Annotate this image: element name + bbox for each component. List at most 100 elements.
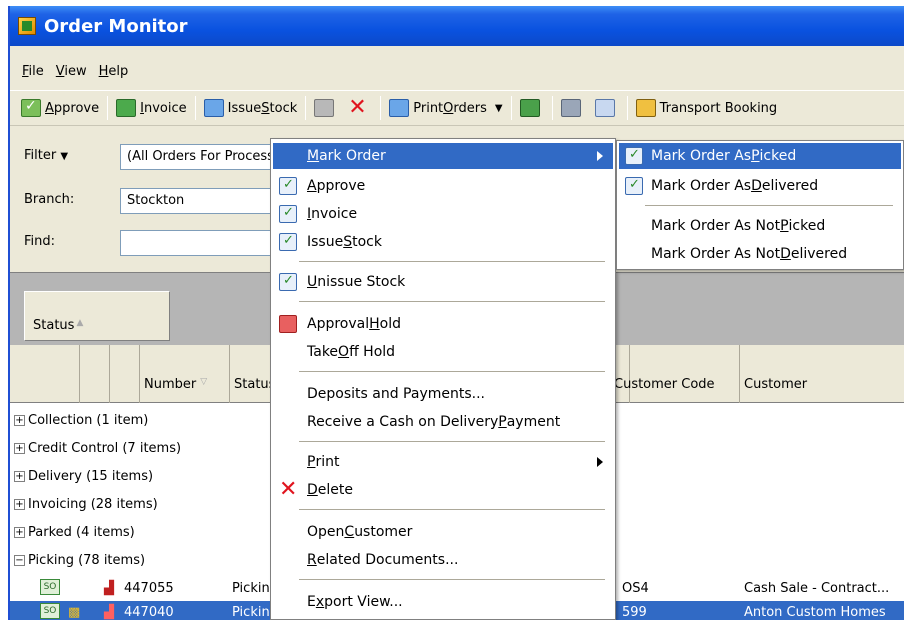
- expand-icon[interactable]: +: [14, 470, 25, 482]
- tool-icon: [560, 99, 581, 117]
- issue-stock-icon: [203, 99, 224, 117]
- toolbar: Approve Invoice Issue Stock ✕ Print Orde…: [10, 90, 904, 126]
- flag-icon: ▩: [68, 605, 81, 620]
- menu-separator: [299, 579, 605, 580]
- context-menu: Mark Order Approve Invoice Issue Stock U…: [270, 138, 616, 620]
- branch-field[interactable]: Stockton: [120, 188, 290, 214]
- print-preview-button[interactable]: [590, 95, 624, 121]
- menu-item-invoice[interactable]: Invoice: [273, 201, 613, 227]
- menu-bar: File View Help: [10, 58, 904, 84]
- menu-item-approval-hold[interactable]: Approval Hold: [273, 311, 613, 337]
- dropdown-arrow-icon[interactable]: ▼: [495, 103, 503, 114]
- issue-stock-button[interactable]: Issue Stock: [199, 95, 303, 121]
- window-title: Order Monitor: [44, 15, 188, 37]
- toolbar-separator: [510, 96, 512, 120]
- invoice-icon: [116, 99, 137, 117]
- menu-item-print[interactable]: Print: [273, 449, 613, 475]
- menu-item-related-documents[interactable]: Related Documents...: [273, 547, 613, 573]
- menu-separator: [299, 509, 605, 510]
- toolbar-separator: [626, 96, 628, 120]
- menu-item-approve[interactable]: Approve: [273, 173, 613, 199]
- order-number: 447040: [124, 605, 174, 620]
- column-header-customer[interactable]: Customer: [740, 345, 904, 403]
- sales-order-icon: SO: [40, 579, 60, 595]
- customer-name: Anton Custom Homes: [744, 605, 886, 620]
- refresh-button[interactable]: [515, 95, 549, 121]
- menu-view[interactable]: View: [50, 64, 93, 79]
- properties-icon: [314, 99, 335, 117]
- menu-item-unissue-stock[interactable]: Unissue Stock: [273, 269, 613, 295]
- branch-label: Branch:: [24, 192, 75, 207]
- approve-icon: [279, 177, 297, 195]
- approve-icon: [21, 98, 41, 117]
- transport-booking-icon: [635, 99, 656, 117]
- customer-code: OS4: [622, 581, 649, 596]
- group-row-invoicing[interactable]: + Invoicing (28 items): [14, 493, 158, 515]
- menu-item-issue-stock[interactable]: Issue Stock: [273, 229, 613, 255]
- unissue-stock-icon: [279, 273, 297, 291]
- menu-item-receive-cod-payment[interactable]: Receive a Cash on Delivery Payment: [273, 409, 613, 435]
- expand-icon[interactable]: +: [14, 414, 25, 426]
- submenu-item-mark-not-picked[interactable]: Mark Order As Not Picked: [619, 213, 901, 239]
- find-label: Find:: [24, 234, 56, 249]
- sort-arrow-icon: ▽: [200, 377, 208, 387]
- menu-help[interactable]: Help: [93, 64, 135, 79]
- menu-item-deposits-payments[interactable]: Deposits and Payments...: [273, 381, 613, 407]
- menu-separator: [645, 205, 893, 206]
- approval-hold-icon: [279, 315, 297, 333]
- expand-icon[interactable]: +: [14, 442, 25, 454]
- group-row-collection[interactable]: + Collection (1 item): [14, 409, 148, 431]
- delete-button[interactable]: ✕: [343, 95, 377, 121]
- menu-file[interactable]: File: [16, 64, 50, 79]
- menu-item-open-customer[interactable]: Open Customer: [273, 519, 613, 545]
- toolbar-separator: [194, 96, 196, 120]
- refresh-icon: [519, 99, 540, 117]
- submenu-item-mark-picked[interactable]: Mark Order As Picked: [619, 143, 901, 169]
- delivery-truck-icon: ▟: [104, 581, 114, 596]
- group-row-picking[interactable]: − Picking (78 items): [14, 549, 145, 571]
- column-expander: [10, 345, 80, 403]
- transport-booking-button[interactable]: Transport Booking: [631, 95, 783, 121]
- column-header-number[interactable]: Number ▽: [140, 345, 230, 403]
- toolbar-separator: [305, 96, 307, 120]
- group-row-parked[interactable]: + Parked (4 items): [14, 521, 135, 543]
- menu-separator: [299, 441, 605, 442]
- expand-icon[interactable]: +: [14, 526, 25, 538]
- delivery-truck-icon: ▟: [104, 605, 114, 620]
- tool-button[interactable]: [556, 95, 590, 121]
- filter-dropdown[interactable]: Filter ▼: [24, 148, 68, 163]
- menu-item-delete[interactable]: ✕ Delete: [273, 477, 613, 503]
- properties-button[interactable]: [309, 95, 343, 121]
- print-preview-icon: [594, 99, 615, 117]
- submenu-item-mark-delivered[interactable]: Mark Order As Delivered: [619, 173, 901, 199]
- delete-icon: ✕: [348, 95, 367, 120]
- group-chip-status[interactable]: Status ▲: [24, 291, 170, 341]
- checkbox-icon: [625, 147, 643, 165]
- app-icon: [18, 17, 36, 35]
- column-header-customer-code[interactable]: Customer Code: [610, 345, 740, 403]
- checkbox-icon: [625, 177, 643, 195]
- invoice-button[interactable]: Invoice: [111, 95, 192, 121]
- submenu-arrow-icon: [597, 457, 603, 467]
- customer-name: Cash Sale - Contract...: [744, 581, 890, 596]
- filter-select[interactable]: (All Orders For Processing): [120, 144, 290, 170]
- group-row-credit-control[interactable]: + Credit Control (7 items): [14, 437, 181, 459]
- find-input[interactable]: [120, 230, 290, 256]
- menu-item-mark-order[interactable]: Mark Order: [273, 143, 613, 169]
- menu-item-export-view[interactable]: Ex port View...: [273, 589, 613, 615]
- sort-arrow-icon: ▲: [76, 318, 84, 328]
- delete-icon: ✕: [279, 477, 298, 502]
- toolbar-separator: [551, 96, 553, 120]
- approve-button[interactable]: Approve: [16, 95, 104, 121]
- print-orders-icon: [389, 99, 410, 117]
- expand-icon[interactable]: +: [14, 498, 25, 510]
- collapse-icon[interactable]: −: [14, 554, 25, 566]
- print-orders-button[interactable]: Print Orders ▼: [384, 95, 507, 121]
- submenu-item-mark-not-delivered[interactable]: Mark Order As Not Delivered: [619, 241, 901, 267]
- invoice-icon: [279, 205, 297, 223]
- customer-code: 599: [622, 605, 647, 620]
- menu-item-take-off-hold[interactable]: Take Off Hold: [273, 339, 613, 365]
- title-bar[interactable]: Order Monitor: [10, 6, 904, 46]
- group-row-delivery[interactable]: + Delivery (15 items): [14, 465, 153, 487]
- order-number: 447055: [124, 581, 174, 596]
